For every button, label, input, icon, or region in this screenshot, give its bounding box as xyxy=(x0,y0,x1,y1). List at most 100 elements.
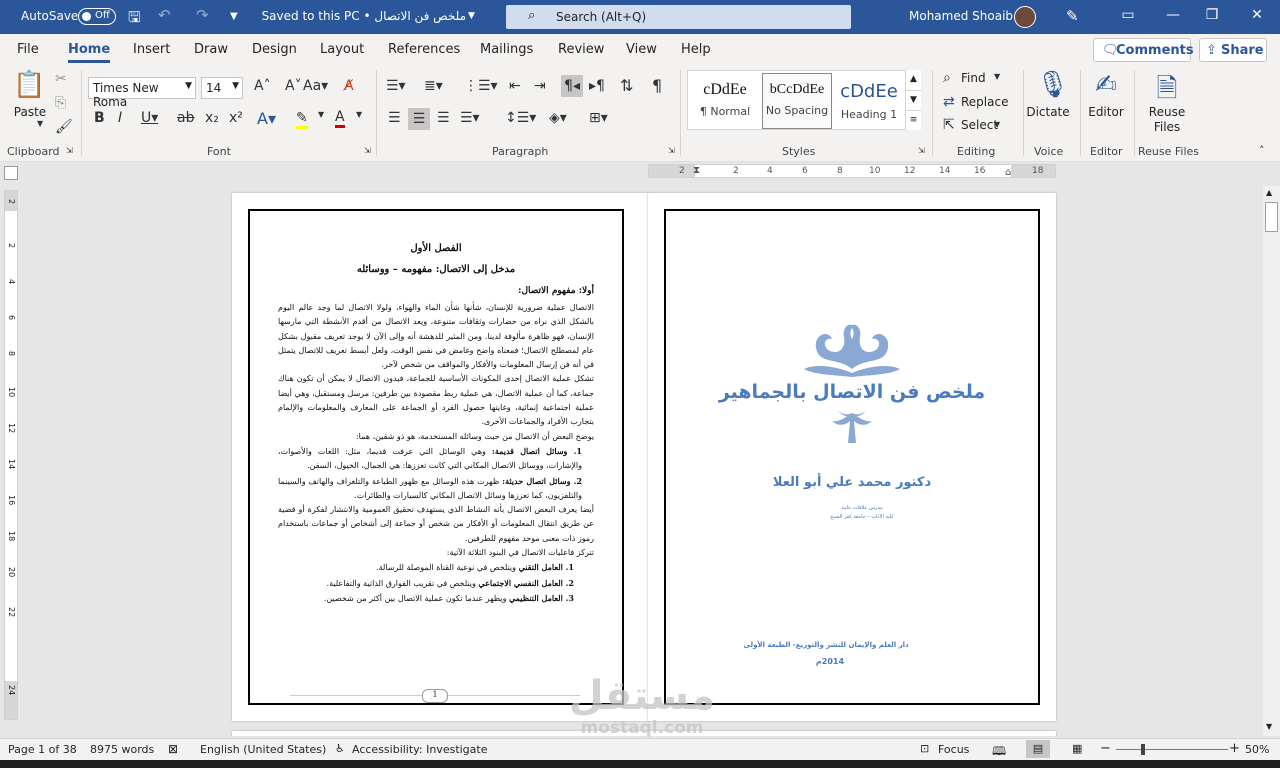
vertical-scrollbar[interactable]: ▲ ▼ xyxy=(1263,186,1280,736)
increase-indent-icon[interactable]: ⇥ xyxy=(534,78,546,94)
tab-selector[interactable] xyxy=(4,166,18,180)
replace-icon[interactable]: ⇄ xyxy=(943,94,955,110)
copy-icon[interactable]: ⎘ xyxy=(55,95,66,111)
microphone-icon[interactable]: 🎙 xyxy=(1036,70,1069,104)
font-size-select[interactable]: 14 ▼ xyxy=(201,77,243,99)
chevron-down-icon[interactable]: ▼ xyxy=(318,110,324,119)
styles-launcher-icon[interactable]: ⇲ xyxy=(918,146,925,155)
strikethrough-icon[interactable]: ab xyxy=(177,110,194,126)
customize-toolbar-icon[interactable]: ▼ xyxy=(230,11,238,22)
paragraph-launcher-icon[interactable]: ⇲ xyxy=(668,146,675,155)
pen-icon[interactable]: ✎ xyxy=(1066,7,1079,25)
word-count[interactable]: 8975 words xyxy=(90,743,154,756)
restore-icon[interactable]: ❐ xyxy=(1202,7,1222,23)
select-label[interactable]: Select xyxy=(961,118,998,132)
shading-icon[interactable]: ◈▾ xyxy=(549,110,567,126)
zoom-in-icon[interactable]: + xyxy=(1229,741,1240,756)
highlight-icon[interactable]: ✎ xyxy=(296,110,308,129)
multilevel-list-icon[interactable]: ⋮☰▾ xyxy=(464,78,498,94)
zoom-slider-thumb[interactable] xyxy=(1141,744,1145,755)
redo-icon[interactable]: ↷ xyxy=(196,6,209,24)
minimize-icon[interactable]: — xyxy=(1163,7,1183,23)
focus-label[interactable]: Focus xyxy=(938,743,969,756)
find-label[interactable]: Find xyxy=(961,71,986,85)
tab-mailings[interactable]: Mailings xyxy=(480,42,533,57)
style-no-spacing[interactable]: bCcDdEe No Spacing xyxy=(762,73,832,129)
bullets-icon[interactable]: ☰▾ xyxy=(386,78,406,94)
tab-references[interactable]: References xyxy=(388,42,460,57)
proofing-icon[interactable]: ⊠ xyxy=(168,742,178,756)
chevron-up-icon[interactable]: ▲ xyxy=(906,70,921,90)
paste-icon[interactable]: 📋 xyxy=(13,70,45,106)
dictate-label[interactable]: Dictate xyxy=(1026,105,1070,119)
sort-icon[interactable]: ⇅ xyxy=(620,76,633,95)
clear-formatting-icon[interactable]: A̸ xyxy=(344,78,354,94)
tab-design[interactable]: Design xyxy=(252,42,297,57)
zoom-out-icon[interactable]: − xyxy=(1100,741,1111,756)
tab-layout[interactable]: Layout xyxy=(320,42,364,57)
underline-icon[interactable]: U▾ xyxy=(141,110,158,126)
scroll-down-icon[interactable]: ▼ xyxy=(1266,722,1272,731)
font-color-icon[interactable]: A xyxy=(335,109,345,128)
font-launcher-icon[interactable]: ⇲ xyxy=(364,146,371,155)
find-icon[interactable]: ⌕ xyxy=(943,70,951,86)
collapse-ribbon-icon[interactable]: ˄ xyxy=(1259,144,1265,157)
page-2[interactable]: ملخص فن الاتصال بالجماهير دكتور محمد علي… xyxy=(648,193,1056,721)
chevron-down-icon[interactable]: ▼ xyxy=(906,90,921,110)
cut-icon[interactable]: ✂ xyxy=(55,71,67,87)
chevron-down-icon[interactable]: ▼ xyxy=(468,11,475,21)
reuse-files-icon[interactable]: 🗎 xyxy=(1152,70,1182,104)
select-icon[interactable]: ⇱ xyxy=(943,117,955,133)
focus-icon[interactable]: ⊡ xyxy=(920,742,929,755)
accessibility-icon[interactable]: ♿ xyxy=(335,742,345,755)
chevron-down-icon[interactable]: ▼ xyxy=(994,120,1000,129)
accessibility-status[interactable]: Accessibility: Investigate xyxy=(352,743,488,756)
italic-icon[interactable]: I xyxy=(118,110,122,126)
ribbon-display-icon[interactable]: ▭ xyxy=(1118,7,1138,23)
format-painter-icon[interactable]: 🖌 xyxy=(55,119,73,135)
autosave-toggle[interactable]: Off xyxy=(78,8,116,25)
paste-label[interactable]: Paste xyxy=(10,105,50,119)
shrink-font-icon[interactable]: A˅ xyxy=(285,78,302,94)
avatar[interactable] xyxy=(1014,6,1036,28)
horizontal-ruler[interactable]: 2 2 4 6 8 10 12 14 16 18 ⧗ ⌂ xyxy=(648,164,1056,178)
save-icon[interactable]: 🖫 xyxy=(128,7,141,32)
line-spacing-icon[interactable]: ↕☰▾ xyxy=(505,110,536,126)
search-box[interactable]: ⌕ Search (Alt+Q) xyxy=(506,5,851,29)
align-center-icon[interactable]: ☰ xyxy=(408,108,430,130)
document-canvas[interactable]: الفصل الأول مدخل إلى الاتصال: مفهومه – و… xyxy=(20,180,1262,736)
font-name-select[interactable]: Times New Roma ▼ xyxy=(88,77,196,109)
zoom-slider[interactable] xyxy=(1116,749,1228,750)
borders-icon[interactable]: ⊞▾ xyxy=(589,110,608,126)
superscript-icon[interactable]: x² xyxy=(229,110,243,126)
replace-label[interactable]: Replace xyxy=(961,95,1008,109)
editor-icon[interactable]: ✍ xyxy=(1091,70,1121,104)
text-effects-icon[interactable]: A▾ xyxy=(257,109,276,128)
document-title[interactable]: ملخص فن الاتصال • Saved to this PC xyxy=(262,9,466,23)
close-icon[interactable]: ✕ xyxy=(1247,7,1267,23)
more-styles-icon[interactable]: ≡ xyxy=(906,110,921,130)
share-button[interactable]: ⇪ Share xyxy=(1199,38,1267,62)
style-heading-1[interactable]: cDdEe Heading 1 xyxy=(834,73,904,129)
scrollbar-thumb[interactable] xyxy=(1265,202,1278,232)
justify-icon[interactable]: ☰▾ xyxy=(460,110,480,126)
scroll-up-icon[interactable]: ▲ xyxy=(1266,188,1272,197)
editor-label[interactable]: Editor xyxy=(1084,105,1128,119)
numbering-icon[interactable]: ≣▾ xyxy=(424,78,443,94)
paste-dropdown-icon[interactable]: ▼ xyxy=(37,119,43,128)
tab-file[interactable]: File xyxy=(17,42,39,57)
web-layout-icon[interactable]: ▦ xyxy=(1072,742,1082,755)
show-formatting-icon[interactable]: ¶ xyxy=(652,76,662,95)
tab-help[interactable]: Help xyxy=(681,42,711,57)
tab-insert[interactable]: Insert xyxy=(133,42,170,57)
tab-home[interactable]: Home xyxy=(68,42,111,63)
print-layout-icon[interactable]: ▤ xyxy=(1026,740,1050,758)
tab-review[interactable]: Review xyxy=(558,42,604,57)
align-left-icon[interactable]: ☰ xyxy=(388,110,401,126)
style-normal[interactable]: cDdEe ¶ Normal xyxy=(690,73,760,129)
align-right-icon[interactable]: ☰ xyxy=(437,110,450,126)
grow-font-icon[interactable]: A˄ xyxy=(254,78,271,94)
chevron-down-icon[interactable]: ▼ xyxy=(356,110,362,119)
undo-icon[interactable]: ↶ xyxy=(158,6,171,24)
clipboard-launcher-icon[interactable]: ⇲ xyxy=(66,146,73,155)
